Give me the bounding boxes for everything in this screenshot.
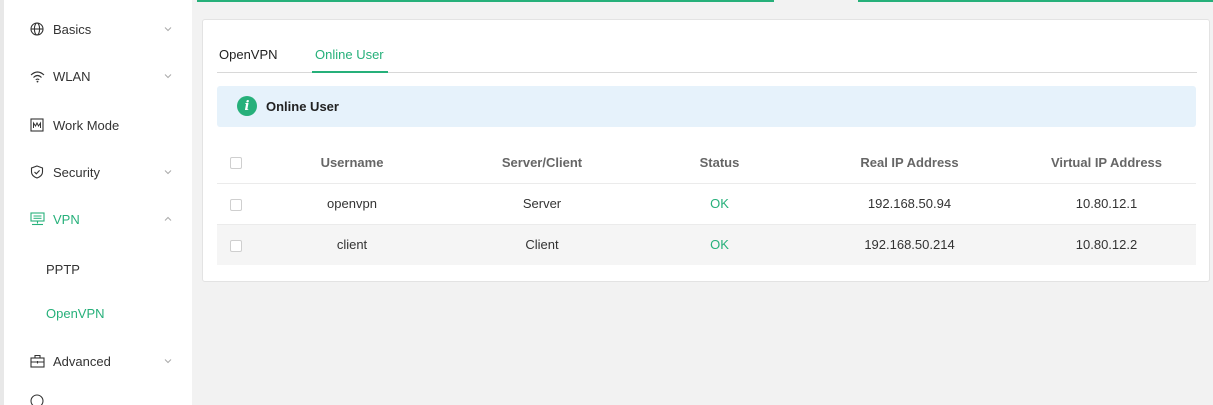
work-mode-icon (29, 117, 45, 133)
chevron-down-icon (164, 170, 172, 175)
sidebar-item-label: VPN (53, 211, 80, 227)
active-tab-indicator (312, 71, 388, 73)
table-row[interactable]: openvpn Server OK 192.168.50.94 10.80.12… (217, 183, 1196, 225)
header-virtual-ip: Virtual IP Address (1017, 142, 1196, 184)
row-checkbox[interactable] (230, 239, 242, 252)
banner-title: Online User (266, 99, 339, 114)
top-accent-line-right (858, 0, 1213, 2)
sidebar-item-diagnostics-partial[interactable] (0, 385, 192, 405)
wifi-icon (29, 68, 45, 84)
sidebar-item-label: Security (53, 164, 100, 180)
cell-virtual-ip: 10.80.12.1 (1017, 183, 1196, 225)
shield-icon (29, 164, 45, 180)
header-server-client: Server/Client (447, 142, 637, 184)
cell-role: Server (447, 183, 637, 225)
sidebar: Basics WLAN Work Mode Security VPN PPTP … (0, 0, 192, 405)
sidebar-item-basics[interactable]: Basics (0, 6, 192, 52)
sidebar-item-advanced[interactable]: Advanced (0, 338, 192, 384)
select-all-cell (217, 142, 257, 184)
briefcase-icon (29, 353, 45, 369)
cell-real-ip: 192.168.50.94 (802, 183, 1017, 225)
globe-icon (29, 21, 45, 37)
cell-username: openvpn (257, 183, 447, 225)
tab-online-user[interactable]: Online User (315, 47, 384, 73)
cell-virtual-ip: 10.80.12.2 (1017, 224, 1196, 265)
row-select-cell (217, 183, 257, 225)
sidebar-item-vpn[interactable]: VPN (0, 196, 192, 242)
tab-bar: OpenVPN Online User (217, 47, 1197, 73)
online-users-table: Username Server/Client Status Real IP Ad… (217, 142, 1196, 265)
chevron-down-icon (164, 27, 172, 32)
sidebar-subitem-label: OpenVPN (46, 306, 105, 321)
cell-status: OK (637, 183, 802, 225)
info-banner: i Online User (217, 86, 1196, 127)
row-select-cell (217, 224, 257, 265)
sidebar-item-label: Basics (53, 21, 92, 37)
header-real-ip: Real IP Address (802, 142, 1017, 184)
sidebar-item-label: Advanced (53, 353, 111, 369)
chevron-up-icon (164, 216, 172, 221)
sidebar-item-label: WLAN (53, 68, 91, 84)
sidebar-item-security[interactable]: Security (0, 149, 192, 195)
table-row[interactable]: client Client OK 192.168.50.214 10.80.12… (217, 224, 1196, 265)
cell-status: OK (637, 224, 802, 265)
cell-real-ip: 192.168.50.214 (802, 224, 1017, 265)
sidebar-subitem-label: PPTP (46, 262, 80, 277)
tab-openvpn[interactable]: OpenVPN (219, 47, 278, 73)
sidebar-subitem-pptp[interactable]: PPTP (46, 262, 80, 277)
diagnostics-icon (29, 393, 45, 405)
online-user-card: OpenVPN Online User i Online User Userna… (202, 19, 1210, 282)
cell-role: Client (447, 224, 637, 265)
sidebar-item-wlan[interactable]: WLAN (0, 53, 192, 99)
sidebar-item-label: Work Mode (53, 117, 120, 133)
top-accent-line-left (197, 0, 774, 2)
vpn-icon (29, 211, 45, 227)
sidebar-subitem-openvpn[interactable]: OpenVPN (46, 306, 105, 321)
row-checkbox[interactable] (230, 198, 242, 211)
chevron-down-icon (164, 74, 172, 79)
chevron-down-icon (164, 359, 172, 364)
header-username: Username (257, 142, 447, 184)
table-header-row: Username Server/Client Status Real IP Ad… (217, 142, 1196, 184)
info-icon: i (237, 96, 257, 116)
select-all-checkbox[interactable] (230, 157, 242, 170)
header-status: Status (637, 142, 802, 184)
sidebar-item-work-mode[interactable]: Work Mode (0, 102, 192, 148)
cell-username: client (257, 224, 447, 265)
